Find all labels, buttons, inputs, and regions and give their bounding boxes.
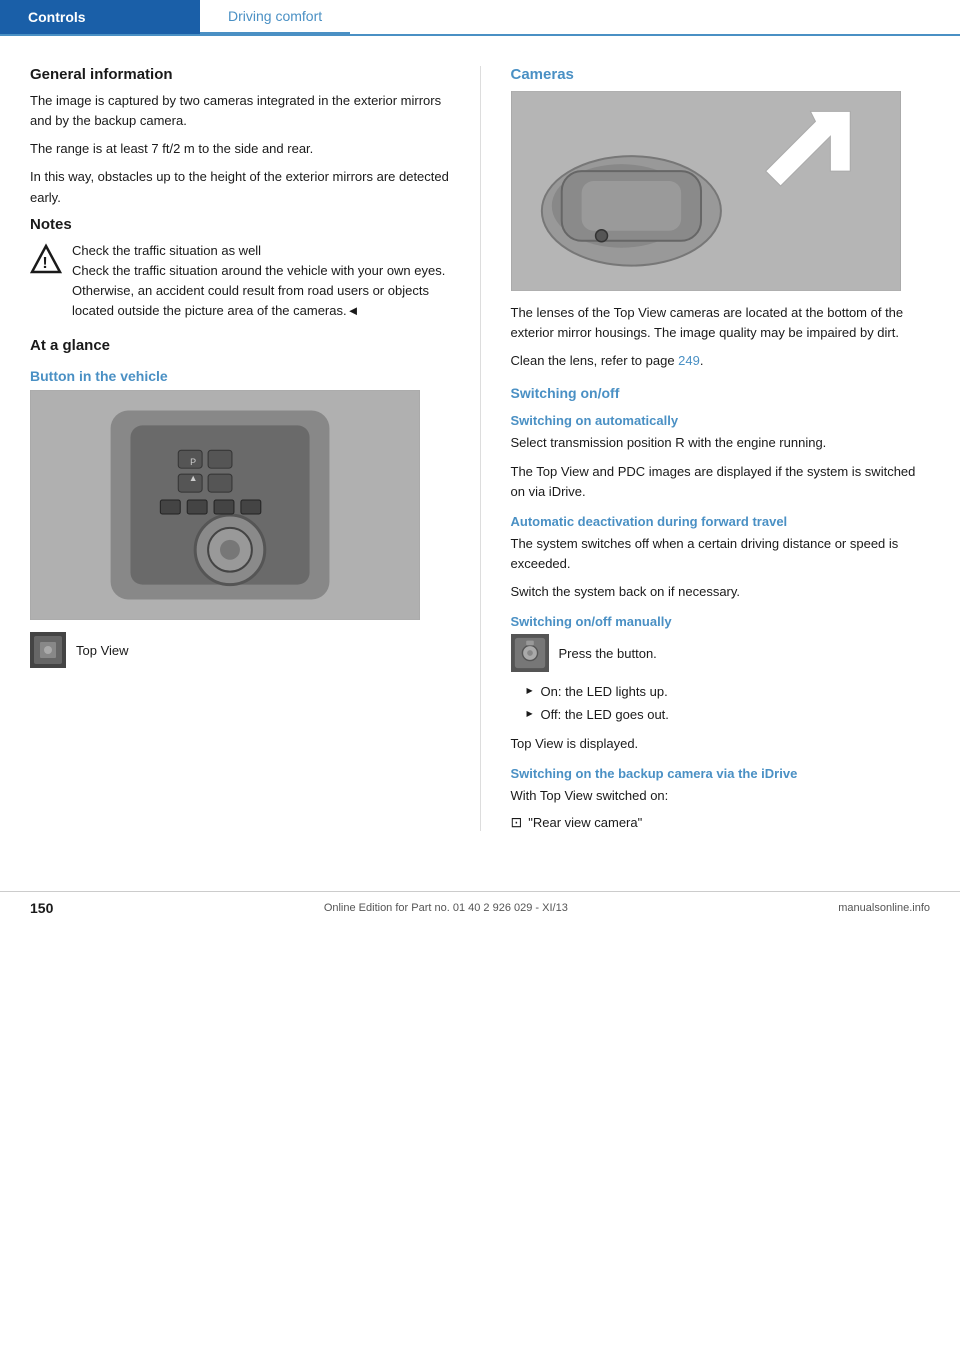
warning-block: ! Check the traffic situation as well Ch… (30, 241, 450, 322)
note-text: Check the traffic situation as well Chec… (72, 241, 450, 322)
at-glance-title: At a glance (30, 337, 450, 354)
rear-cam-icon: ⊡ (511, 814, 523, 831)
switching-title: Switching on/off (511, 385, 931, 401)
general-info-title: General information (30, 66, 450, 83)
driving-comfort-label: Driving comfort (228, 8, 322, 24)
note-line1: Check the traffic situation as well (72, 243, 261, 258)
top-view-displayed: Top View is displayed. (511, 734, 931, 754)
cameras-title: Cameras (511, 66, 931, 83)
general-info-p3: In this way, obstacles up to the height … (30, 167, 450, 207)
led-list: On: the LED lights up. Off: the LED goes… (511, 682, 931, 725)
cameras-p2-prefix: Clean the lens, refer to page (511, 353, 679, 368)
off-led-item: Off: the LED goes out. (527, 705, 931, 725)
camera-svg (512, 91, 900, 291)
notes-section: Notes ! Check the traffic situation as w… (30, 216, 450, 322)
svg-text:P: P (190, 457, 196, 467)
top-view-row: Top View (30, 632, 450, 668)
backup-camera-title: Switching on the backup camera via the i… (511, 766, 931, 781)
edition-text: Online Edition for Part no. 01 40 2 926 … (324, 902, 568, 914)
page-footer: 150 Online Edition for Part no. 01 40 2 … (0, 891, 960, 924)
top-view-icon (30, 632, 66, 668)
footer-logo: manualsonline.info (838, 902, 930, 914)
backup-camera-p1: With Top View switched on: (511, 786, 931, 806)
cameras-p1: The lenses of the Top View cameras are l… (511, 303, 931, 343)
page-header: Controls Driving comfort (0, 0, 960, 36)
press-button-label: Press the button. (559, 646, 657, 661)
left-column: General information The image is capture… (30, 66, 450, 831)
camera-image (511, 91, 901, 291)
button-panel-svg: ▲ P (31, 390, 419, 620)
cameras-p2-suffix: . (700, 353, 704, 368)
switching-auto-p1: Select transmission position R with the … (511, 433, 931, 453)
rear-camera-row: ⊡ "Rear view camera" (511, 814, 931, 831)
cameras-p2-link[interactable]: 249 (678, 353, 700, 368)
general-info-p2: The range is at least 7 ft/2 m to the si… (30, 139, 450, 159)
switching-manual-title: Switching on/off manually (511, 614, 931, 629)
at-glance-section: At a glance Button in the vehicle (30, 337, 450, 668)
auto-deactivation-p2: Switch the system back on if necessary. (511, 582, 931, 602)
button-image-wrapper: ▲ P (30, 390, 420, 620)
idrive-button-icon (511, 634, 549, 672)
main-content: General information The image is capture… (0, 36, 960, 851)
warning-triangle-icon: ! (30, 243, 62, 275)
svg-text:▲: ▲ (189, 473, 198, 483)
auto-deactivation-title: Automatic deactivation during forward tr… (511, 514, 931, 529)
svg-text:!: ! (42, 255, 47, 272)
switching-auto-title: Switching on automatically (511, 413, 931, 428)
cameras-p2: Clean the lens, refer to page 249. (511, 351, 931, 371)
button-vehicle-image: ▲ P (30, 390, 420, 620)
note-line2: Check the traffic situation around the v… (72, 263, 445, 318)
top-view-label: Top View (76, 643, 129, 658)
column-divider (480, 66, 481, 831)
controls-tab[interactable]: Controls (0, 0, 200, 34)
switching-auto-p2: The Top View and PDC images are displaye… (511, 462, 931, 502)
on-led-item: On: the LED lights up. (527, 682, 931, 702)
auto-deactivation-p1: The system switches off when a certain d… (511, 534, 931, 574)
press-button-row: Press the button. (511, 634, 931, 672)
notes-title: Notes (30, 216, 450, 233)
right-column: Cameras The lenses of the (511, 66, 931, 831)
page-number: 150 (30, 900, 53, 916)
rear-view-label: "Rear view camera" (528, 815, 642, 830)
driving-comfort-tab[interactable]: Driving comfort (200, 0, 350, 34)
general-info-p1: The image is captured by two cameras int… (30, 91, 450, 131)
button-vehicle-title: Button in the vehicle (30, 368, 450, 384)
camera-image-wrapper (511, 91, 901, 291)
controls-label: Controls (28, 9, 86, 25)
